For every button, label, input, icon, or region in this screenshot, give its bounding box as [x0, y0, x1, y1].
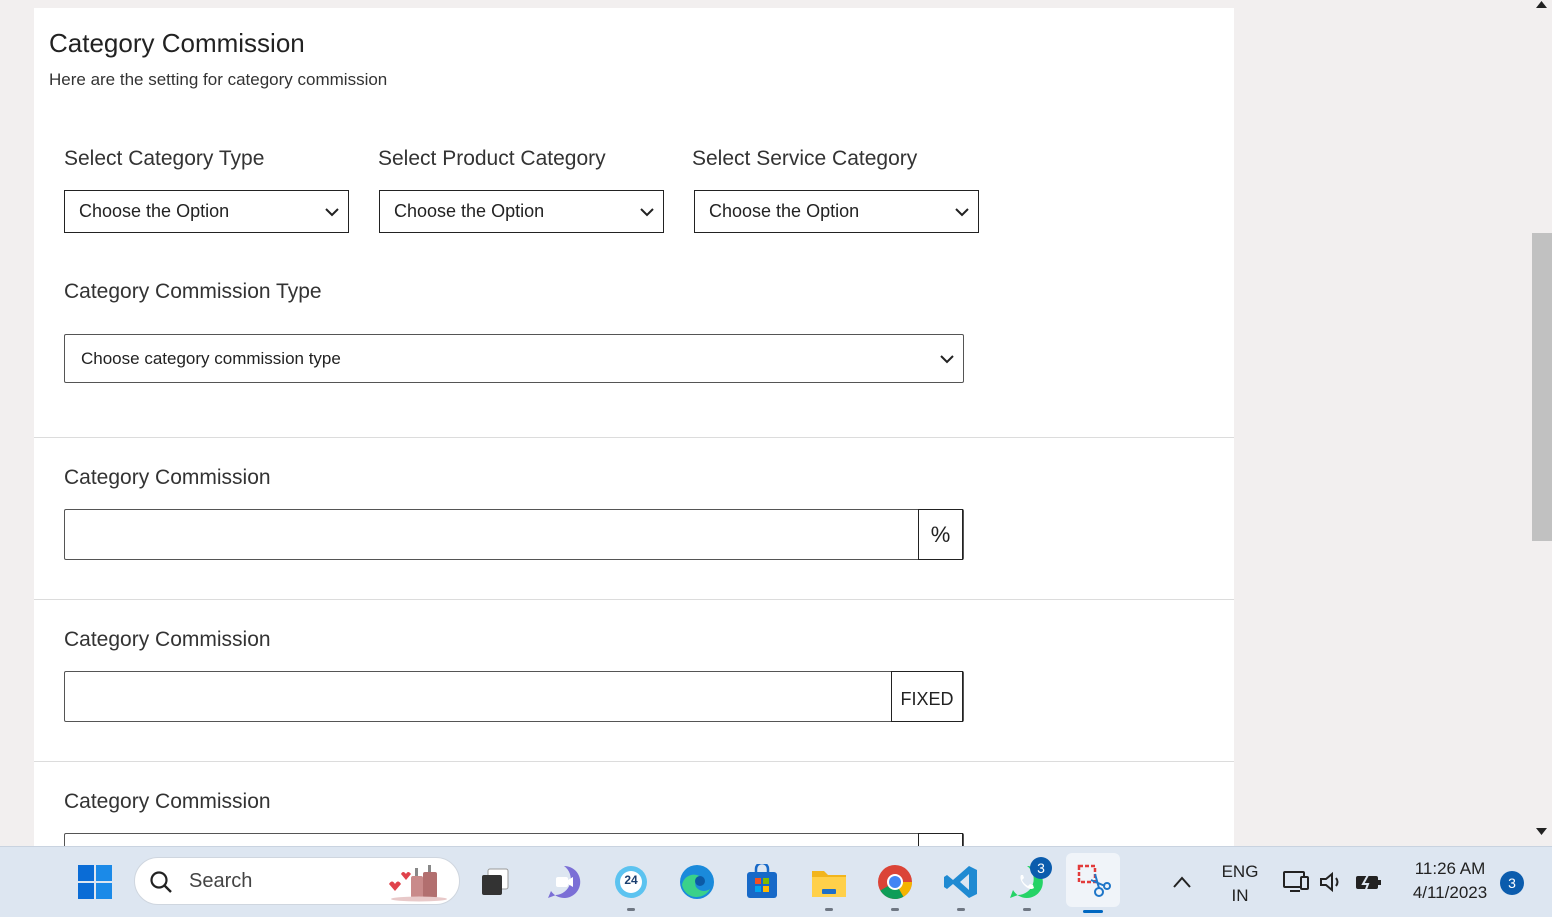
section-divider — [34, 599, 1234, 600]
chat-icon — [548, 865, 581, 898]
running-indicator — [627, 908, 635, 911]
network-icon[interactable] — [1282, 869, 1310, 895]
section-divider — [34, 437, 1234, 438]
running-indicator — [825, 908, 833, 911]
vscode-button[interactable] — [938, 859, 984, 911]
section-divider — [34, 761, 1234, 762]
commission-label: Category Commission — [64, 790, 271, 813]
teams-chat-button[interactable] — [541, 859, 587, 905]
chevron-down-icon — [325, 207, 339, 216]
service-category-value: Choose the Option — [709, 201, 860, 221]
task-view-icon — [482, 868, 509, 895]
running-indicator — [1023, 908, 1031, 911]
clock-date: 4/11/2023 — [1412, 883, 1488, 902]
calendar-app-button[interactable]: 24 — [608, 859, 654, 911]
commission-type-select[interactable]: Choose category commission type — [64, 334, 964, 383]
vertical-scrollbar[interactable] — [1531, 0, 1552, 846]
windows-icon — [78, 865, 112, 899]
language-indicator[interactable]: ENG IN — [1214, 860, 1266, 906]
commission-percent-group: % — [64, 509, 964, 560]
commission-group — [64, 833, 964, 846]
chevron-down-icon — [940, 354, 954, 363]
commission-percent-input[interactable] — [65, 510, 920, 559]
taskbar: Search 24 3 ENG IN 11:26 AM 4/11/2023 3 — [0, 846, 1552, 917]
commission-percent-label: Category Commission — [64, 466, 271, 489]
service-category-label: Select Service Category — [692, 147, 918, 170]
chrome-button[interactable] — [872, 859, 918, 911]
edge-button[interactable] — [674, 859, 720, 905]
folder-icon — [812, 871, 846, 897]
snipping-tool-button[interactable] — [1066, 853, 1120, 913]
language-region: IN — [1231, 886, 1249, 905]
settings-card: Category Commission Here are the setting… — [34, 8, 1234, 846]
product-category-value: Choose the Option — [394, 201, 545, 221]
search-highlight-icon — [389, 865, 447, 902]
product-category-select[interactable]: Choose the Option — [379, 190, 664, 233]
commission-addon — [918, 833, 963, 846]
language-code: ENG — [1221, 862, 1259, 881]
search-placeholder: Search — [189, 870, 253, 892]
service-category-select[interactable]: Choose the Option — [694, 190, 979, 233]
store-icon — [747, 864, 777, 898]
task-view-button[interactable] — [472, 859, 518, 905]
battery-icon[interactable] — [1354, 871, 1384, 893]
category-type-value: Choose the Option — [79, 201, 230, 221]
snipping-tool-icon — [1077, 864, 1111, 897]
page-title: Category Commission — [49, 28, 305, 58]
chevron-down-icon — [955, 207, 969, 216]
commission-input[interactable] — [65, 834, 920, 846]
product-category-label: Select Product Category — [378, 147, 606, 170]
taskbar-search[interactable]: Search — [134, 857, 460, 905]
store-button[interactable] — [739, 859, 785, 905]
scroll-down-arrow-icon[interactable] — [1536, 828, 1547, 836]
category-type-select[interactable]: Choose the Option — [64, 190, 349, 233]
chevron-up-icon[interactable] — [1172, 875, 1192, 889]
file-explorer-button[interactable] — [806, 859, 852, 911]
commission-fixed-label: Category Commission — [64, 628, 271, 651]
scroll-up-arrow-icon[interactable] — [1536, 0, 1547, 8]
chrome-icon — [878, 865, 912, 899]
commission-fixed-group: FIXED — [64, 671, 964, 722]
chevron-down-icon — [640, 207, 654, 216]
page-subtitle: Here are the setting for category commis… — [49, 70, 388, 89]
commission-fixed-input[interactable] — [65, 672, 893, 721]
running-indicator — [891, 908, 899, 911]
start-button[interactable] — [72, 859, 118, 905]
running-indicator — [1083, 910, 1103, 913]
whatsapp-button[interactable]: 3 — [1004, 857, 1052, 911]
volume-icon[interactable] — [1318, 871, 1346, 893]
percent-addon: % — [918, 509, 963, 560]
running-indicator — [957, 908, 965, 911]
whatsapp-badge: 3 — [1030, 857, 1052, 879]
search-icon — [150, 871, 172, 893]
commission-type-label: Category Commission Type — [64, 280, 322, 303]
clock[interactable]: 11:26 AM 4/11/2023 — [1396, 859, 1504, 907]
edge-icon — [680, 865, 714, 899]
vscode-icon — [944, 866, 977, 898]
clock-time: 11:26 AM — [1414, 859, 1486, 878]
commission-type-value: Choose category commission type — [81, 348, 341, 368]
fixed-addon: FIXED — [891, 671, 963, 722]
category-type-label: Select Category Type — [64, 147, 265, 170]
scroll-thumb[interactable] — [1532, 233, 1552, 541]
calendar-badge: 24 — [624, 873, 638, 887]
notification-badge[interactable]: 3 — [1500, 871, 1524, 895]
